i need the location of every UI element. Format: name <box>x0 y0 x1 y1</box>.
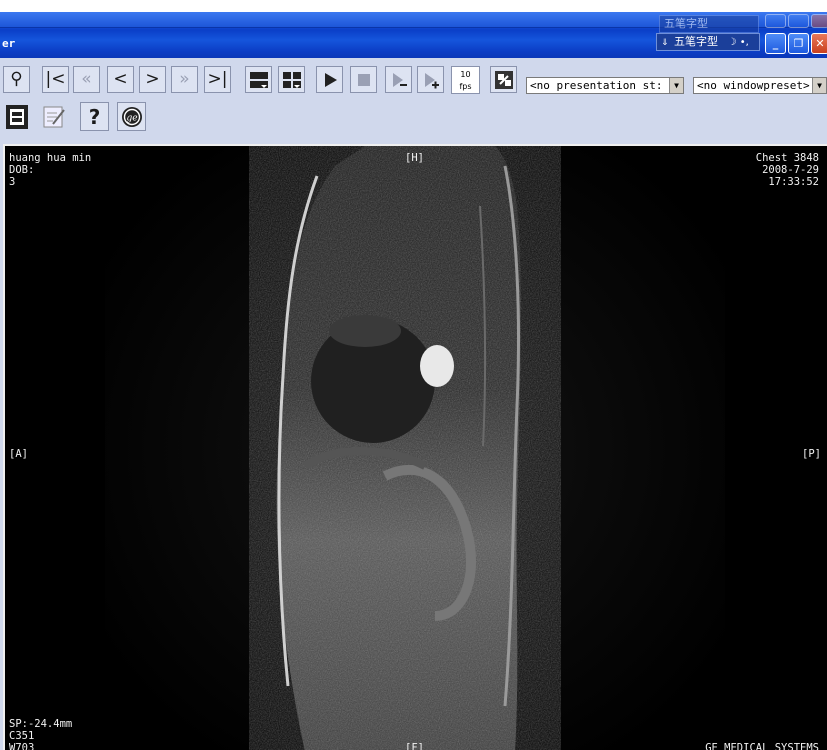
svg-text:ge: ge <box>126 113 137 123</box>
manufacturer: GE MEDICAL SYSTEMS <box>705 742 819 750</box>
close-button[interactable]: ✕ <box>811 33 827 54</box>
play-icon[interactable] <box>316 66 343 93</box>
stop-icon[interactable] <box>350 66 377 93</box>
minimize-button[interactable]: _ <box>765 33 786 54</box>
ime-toolbar-ghost: 五笔字型 <box>659 15 759 33</box>
cine-settings-icon[interactable] <box>490 66 517 93</box>
fps-unit: fps <box>459 82 472 91</box>
window-title: er <box>2 37 16 50</box>
ghost-minimize-button <box>765 14 786 28</box>
orientation-top: [H] <box>405 152 424 164</box>
window-preset-value: <no windowpreset> <box>697 79 810 92</box>
ghost-close-button <box>811 14 827 28</box>
layout-1-icon[interactable] <box>245 66 272 93</box>
fps-value: 10 <box>460 70 471 79</box>
step-minus-icon[interactable] <box>385 66 412 93</box>
next-icon[interactable]: > <box>139 66 166 93</box>
first-frame-icon[interactable]: |< <box>42 66 69 93</box>
presentation-state-select[interactable]: <no presentation st: ▼ <box>526 77 684 94</box>
window-center: C351 <box>9 730 35 742</box>
moon-icon[interactable]: ☽ •, <box>728 37 749 48</box>
film-icon[interactable] <box>3 103 30 130</box>
previous-icon[interactable]: < <box>107 66 134 93</box>
chevron-down-icon[interactable]: ▼ <box>669 78 683 93</box>
image-viewport[interactable]: huang hua min DOB: 3 [H] [A] [P] [F] Che… <box>3 144 827 750</box>
presentation-state-value: <no presentation st: <box>530 79 663 92</box>
chevron-down-icon[interactable]: ▼ <box>812 78 826 93</box>
slice-position: SP:-24.4mm <box>9 718 73 730</box>
ghost-maximize-button <box>788 14 809 28</box>
series-number: 3 <box>9 176 16 188</box>
mri-image <box>5 146 827 750</box>
orientation-left: [A] <box>9 448 28 460</box>
study-description: Chest 3848 <box>755 152 819 164</box>
study-time: 17:33:52 <box>768 176 819 188</box>
ime-ghost-label: 五笔字型 <box>664 17 708 30</box>
window-width: W703 <box>9 742 35 750</box>
dob-label: DOB: <box>9 164 35 176</box>
maximize-button[interactable]: ❐ <box>788 33 809 54</box>
last-frame-icon[interactable]: >| <box>204 66 231 93</box>
layout-2-icon[interactable] <box>278 66 305 93</box>
fast-back-icon[interactable]: « <box>73 66 100 93</box>
window-preset-select[interactable]: <no windowpreset> ▼ <box>693 77 827 94</box>
patient-name: huang hua min <box>9 152 92 164</box>
fps-field[interactable]: 10 fps <box>451 66 480 94</box>
chevron-down-icon[interactable]: ⇓ <box>661 38 669 48</box>
fast-forward-icon[interactable]: » <box>171 66 198 93</box>
study-date: 2008-7-29 <box>762 164 819 176</box>
orientation-right: [P] <box>802 448 821 460</box>
step-plus-icon[interactable] <box>417 66 444 93</box>
orientation-bottom: [F] <box>405 742 424 750</box>
notes-icon[interactable] <box>40 103 67 130</box>
ge-logo-icon[interactable]: ge <box>117 102 146 131</box>
magnifier-icon[interactable]: ⚲ <box>3 66 30 93</box>
ime-label: 五笔字型 <box>674 35 719 48</box>
ime-toolbar[interactable]: ⇓ 五笔字型 ☽ •, <box>656 33 760 51</box>
help-icon[interactable]: ? <box>80 102 109 131</box>
